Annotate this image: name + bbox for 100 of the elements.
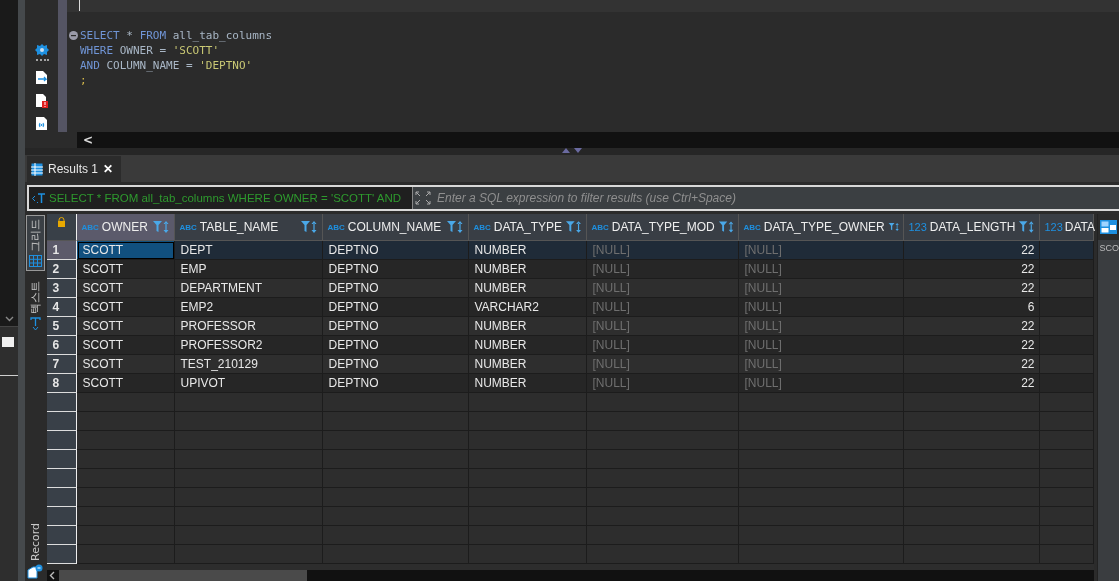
table-cell[interactable]: DEPTNO <box>323 336 470 355</box>
row-header[interactable] <box>47 507 78 526</box>
table-cell[interactable]: VARCHAR2 <box>469 298 588 317</box>
table-cell[interactable]: SCOTT <box>77 317 176 336</box>
table-cell[interactable]: 22 <box>904 279 1041 298</box>
row-header[interactable] <box>47 469 78 488</box>
row-number[interactable]: 6 <box>47 336 78 355</box>
table-cell[interactable] <box>77 393 176 412</box>
table-cell[interactable]: DEPTNO <box>323 241 470 260</box>
table-cell[interactable]: 22 <box>904 336 1041 355</box>
column-header[interactable]: ABC OWNER <box>77 214 176 241</box>
table-cell[interactable]: EMP2 <box>175 298 324 317</box>
table-cell[interactable] <box>77 431 176 450</box>
file-variable-icon[interactable] <box>35 116 48 131</box>
sql-editor[interactable]: SELECT * FROM all_tab_columns WHERE OWNER = 'SCOTT' AND COLUMN_NAME = 'DEPTNO' ; <box>67 12 1119 132</box>
column-header[interactable]: ABC DATA_TYPE_OWNER <box>739 214 905 241</box>
table-cell[interactable] <box>1040 260 1095 279</box>
row-number[interactable]: 5 <box>47 317 78 336</box>
view-tab[interactable]: 그리드 <box>25 215 45 271</box>
view-tab[interactable]: 텍스트 <box>25 277 45 335</box>
table-cell[interactable]: NUMBER <box>469 260 588 279</box>
row-number[interactable]: 8 <box>47 374 78 393</box>
row-header[interactable] <box>47 545 78 564</box>
filter-sort-icon[interactable] <box>1018 220 1036 234</box>
table-cell[interactable]: 6 <box>904 298 1041 317</box>
table-cell[interactable]: NUMBER <box>469 279 588 298</box>
settings-icon[interactable] <box>34 44 49 62</box>
table-cell[interactable]: DEPTNO <box>323 317 470 336</box>
table-cell[interactable]: 22 <box>904 317 1041 336</box>
row-header[interactable] <box>47 431 78 450</box>
column-header[interactable]: 123 DATA_LENGTH <box>904 214 1041 241</box>
table-cell[interactable]: NUMBER <box>469 317 588 336</box>
filter-sort-icon[interactable] <box>300 220 319 234</box>
table-cell[interactable]: 22 <box>904 241 1041 260</box>
expand-icon[interactable] <box>413 189 433 207</box>
file-error-icon[interactable] <box>35 93 48 108</box>
horizontal-scrollbar[interactable] <box>47 570 1095 581</box>
collapse-arrows-icon[interactable] <box>561 148 583 153</box>
column-header[interactable]: 123 DATA <box>1040 214 1095 241</box>
table-cell[interactable] <box>77 545 176 564</box>
table-cell[interactable]: SCOTT <box>77 336 176 355</box>
filter-sort-icon[interactable] <box>565 220 583 234</box>
table-cell[interactable]: NUMBER <box>469 355 588 374</box>
table-cell[interactable]: 22 <box>904 260 1041 279</box>
chevron-down-icon[interactable] <box>4 316 14 322</box>
row-number[interactable]: 4 <box>47 298 78 317</box>
record-toggle[interactable]: Record <box>27 523 44 581</box>
table-cell[interactable]: DEPTNO <box>323 260 470 279</box>
results-tab[interactable]: Results 1 ✕ <box>27 156 122 182</box>
table-cell[interactable] <box>77 450 176 469</box>
table-cell[interactable]: DEPARTMENT <box>175 279 324 298</box>
table-cell[interactable]: 22 <box>904 374 1041 393</box>
table-cell[interactable]: PROFESSOR <box>175 317 324 336</box>
collapse-icon[interactable] <box>69 31 78 40</box>
lock-icon[interactable] <box>57 217 67 227</box>
horizontal-scrollbar[interactable]: < <box>77 132 1119 148</box>
table-cell[interactable]: NUMBER <box>469 241 588 260</box>
scrollbar-thumb[interactable] <box>59 570 308 581</box>
column-header[interactable]: ABC DATA_TYPE <box>469 214 588 241</box>
table-cell[interactable] <box>77 412 176 431</box>
table-cell[interactable]: DEPTNO <box>323 355 470 374</box>
row-header[interactable] <box>47 488 78 507</box>
row-header[interactable] <box>47 526 78 545</box>
row-header[interactable] <box>47 412 78 431</box>
filter-history-field[interactable]: SELECT * FROM all_tab_columns WHERE OWNER = 'SCOTT' AND <box>29 187 413 209</box>
table-cell[interactable]: SCOTT <box>77 241 176 260</box>
row-number[interactable]: 3 <box>47 279 78 298</box>
table-cell[interactable]: EMP <box>175 260 324 279</box>
table-cell[interactable]: SCOTT <box>77 374 176 393</box>
table-cell[interactable]: 22 <box>904 355 1041 374</box>
table-cell[interactable] <box>77 526 176 545</box>
table-cell[interactable] <box>1040 241 1095 260</box>
filter-sort-icon[interactable] <box>446 220 465 234</box>
table-cell[interactable]: SCOTT <box>77 279 176 298</box>
row-number[interactable]: 7 <box>47 355 78 374</box>
column-header[interactable]: ABC TABLE_NAME <box>175 214 324 241</box>
row-number[interactable]: 1 <box>47 241 78 260</box>
filter-sort-icon[interactable] <box>152 220 171 234</box>
column-header[interactable]: ABC COLUMN_NAME <box>323 214 470 241</box>
table-cell[interactable]: DEPT <box>175 241 324 260</box>
export-file-icon[interactable] <box>35 70 48 85</box>
table-cell[interactable]: TEST_210129 <box>175 355 324 374</box>
table-cell[interactable]: SCOTT <box>77 298 176 317</box>
panel-icon[interactable] <box>1100 220 1118 234</box>
table-cell[interactable] <box>77 488 176 507</box>
table-cell[interactable]: NUMBER <box>469 374 588 393</box>
filter-sort-icon[interactable] <box>717 220 735 234</box>
row-number[interactable]: 2 <box>47 260 78 279</box>
table-cell[interactable]: PROFESSOR2 <box>175 336 324 355</box>
table-cell[interactable]: DEPTNO <box>323 298 470 317</box>
filter-bar[interactable]: SELECT * FROM all_tab_columns WHERE OWNER = 'SCOTT' AND Enter a SQL expression to filter results (use Ctrl+Space) <box>27 185 1119 211</box>
column-header[interactable]: ABC DATA_TYPE_MOD <box>587 214 740 241</box>
table-cell[interactable]: NUMBER <box>469 336 588 355</box>
close-icon[interactable]: ✕ <box>103 162 114 176</box>
row-header[interactable] <box>47 450 78 469</box>
table-cell[interactable] <box>77 507 176 526</box>
table-cell[interactable]: DEPTNO <box>323 279 470 298</box>
table-cell[interactable]: SCOTT <box>77 355 176 374</box>
table-cell[interactable] <box>77 469 176 488</box>
row-header[interactable] <box>47 393 78 412</box>
